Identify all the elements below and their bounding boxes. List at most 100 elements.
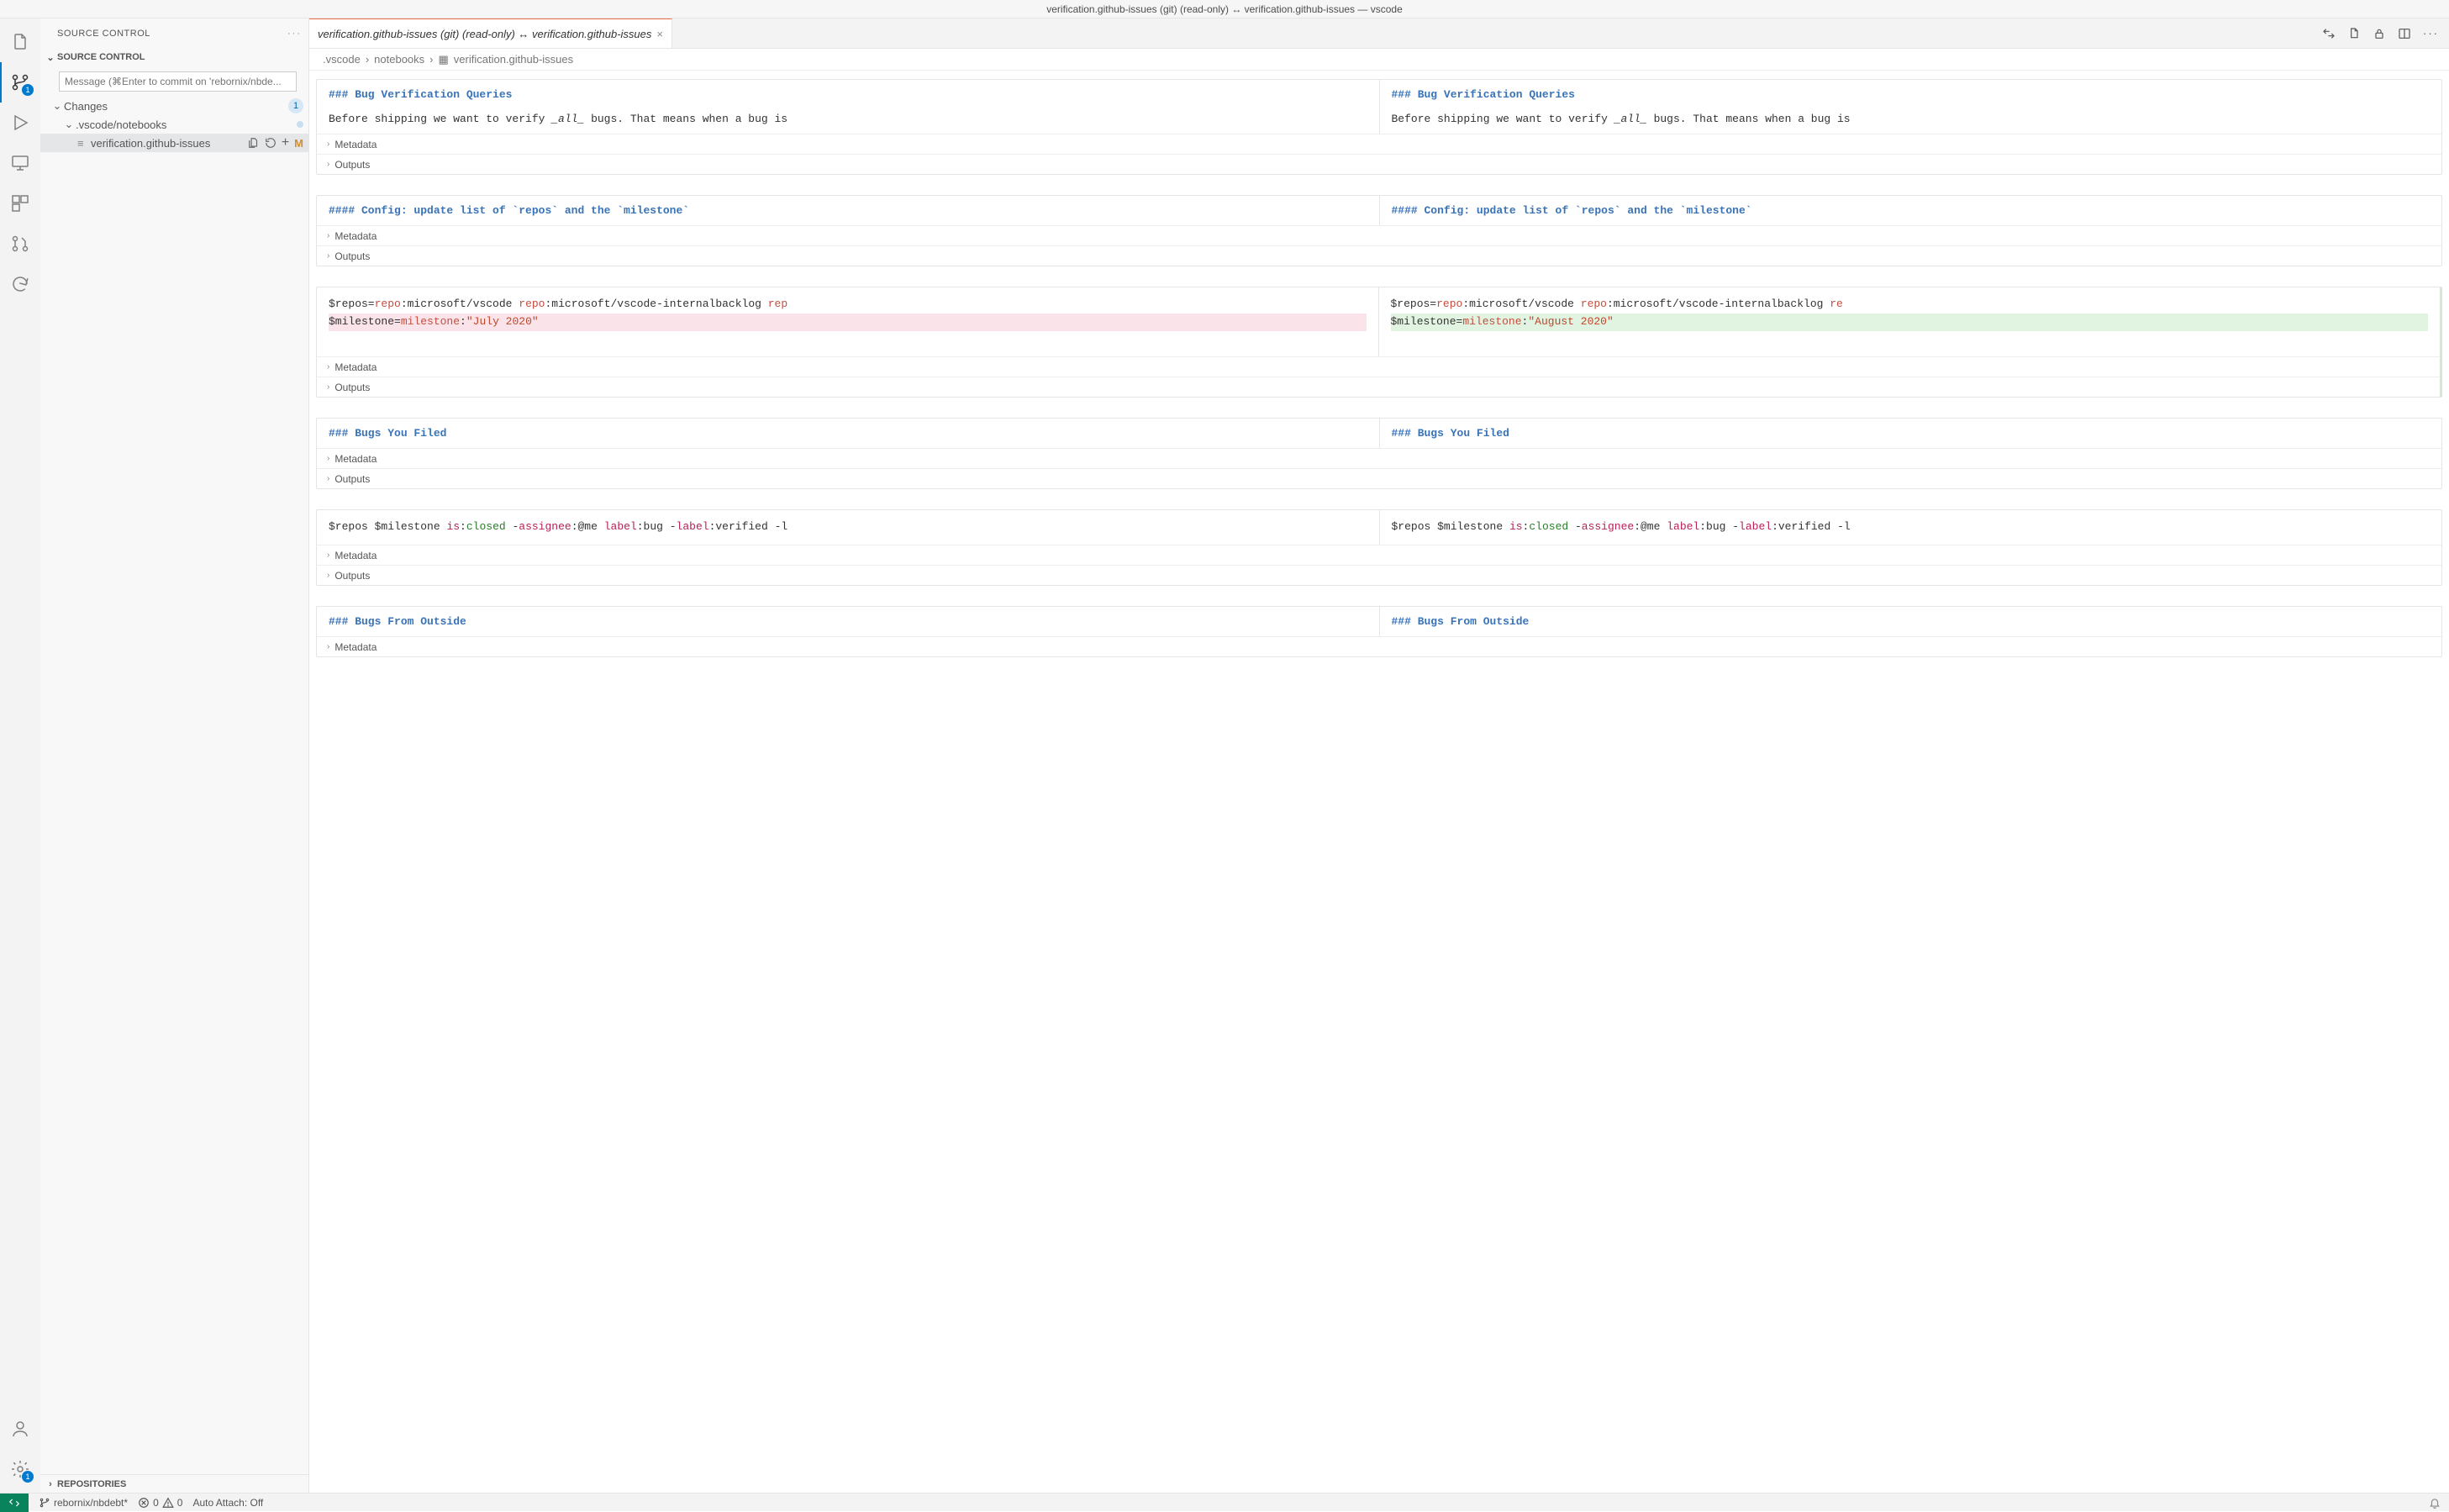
diff-pane-original: #### Config: update list of `repos` and … [317, 196, 1380, 225]
activity-explorer[interactable] [0, 22, 40, 62]
readonly-icon[interactable] [2373, 27, 2386, 40]
compare-icon[interactable] [2322, 27, 2336, 40]
chevron-right-icon: › [327, 474, 329, 483]
metadata-fold[interactable]: ›Metadata [317, 356, 2440, 377]
diff-pane-original: $repos=repo:microsoft/vscode repo:micros… [317, 287, 1379, 356]
diff-pane-modified: ### Bugs You Filed [1380, 419, 2442, 448]
notebook-cell[interactable]: #### Config: update list of `repos` and … [316, 195, 2442, 266]
outputs-fold[interactable]: › Outputs [317, 245, 2441, 266]
chevron-right-icon: › [327, 362, 329, 371]
scm-badge: 1 [22, 84, 34, 96]
breadcrumbs[interactable]: .vscode › notebooks › ▦ verification.git… [309, 49, 2449, 71]
fold-label: Outputs [334, 250, 370, 262]
settings-badge: 1 [22, 1471, 34, 1483]
activity-source-control[interactable]: 1 [0, 62, 40, 103]
metadata-fold[interactable]: ›Metadata [317, 225, 2441, 245]
notebook-cell[interactable]: ### Bugs From Outside### Bugs From Outsi… [316, 606, 2442, 657]
activity-remote[interactable] [0, 143, 40, 183]
notebook-cell[interactable]: ### Bug Verification QueriesBefore shipp… [316, 79, 2442, 175]
stage-icon[interactable]: + [282, 137, 289, 149]
discard-icon[interactable] [265, 137, 276, 149]
activity-refresh[interactable] [0, 264, 40, 304]
notification-icon[interactable] [2429, 1497, 2441, 1509]
section-repositories[interactable]: › REPOSITORIES [40, 1474, 308, 1493]
notebook-cell[interactable]: $repos $milestone is:closed -assignee:@m… [316, 509, 2442, 586]
activity-pr[interactable] [0, 224, 40, 264]
diff-pane-modified: ### Bug Verification QueriesBefore shipp… [1380, 80, 2442, 134]
chevron-right-icon: › [366, 53, 369, 66]
chevron-right-icon: › [327, 551, 329, 560]
chevron-right-icon: › [327, 251, 329, 261]
open-file-icon[interactable] [248, 137, 260, 149]
error-count: 0 [153, 1497, 159, 1509]
metadata-fold[interactable]: ›Metadata [317, 545, 2441, 565]
tree-folder[interactable]: ⌄ .vscode/notebooks [40, 115, 308, 134]
breadcrumb-segment[interactable]: notebooks [374, 53, 424, 66]
breadcrumb-segment[interactable]: verification.github-issues [454, 53, 573, 66]
warning-icon [162, 1497, 174, 1509]
sidebar: SOURCE CONTROL ··· ⌄ SOURCE CONTROL ⌄ Ch… [40, 18, 309, 1493]
branch-name: rebornix/nbdebt* [54, 1497, 128, 1509]
more-icon[interactable]: ··· [2423, 27, 2439, 40]
open-file-icon[interactable] [2347, 27, 2361, 40]
changes-header[interactable]: ⌄ Changes 1 [40, 97, 308, 115]
branch-icon [39, 1497, 50, 1509]
changes-count-badge: 1 [288, 98, 303, 113]
activity-run[interactable] [0, 103, 40, 143]
tree-file[interactable]: ≡ verification.github-issues + M [40, 134, 308, 152]
diff-pane-original: ### Bug Verification QueriesBefore shipp… [317, 80, 1380, 134]
chevron-right-icon: › [327, 140, 329, 149]
outputs-fold[interactable]: › Outputs [317, 377, 2440, 397]
status-bar: rebornix/nbdebt* 0 0 Auto Attach: Off [0, 1493, 2449, 1511]
activity-bar: 1 1 [0, 18, 40, 1493]
metadata-fold[interactable]: ›Metadata [317, 636, 2441, 656]
file-status: M [294, 137, 303, 150]
sidebar-more-icon[interactable]: ··· [287, 29, 302, 39]
notebook-cell[interactable]: $repos=repo:microsoft/vscode repo:micros… [316, 287, 2442, 398]
fold-label: Outputs [334, 570, 370, 582]
tab-label: verification.github-issues (git) (read-o… [318, 28, 651, 40]
diff-pane-modified: #### Config: update list of `repos` and … [1380, 196, 2442, 225]
files-icon [10, 32, 30, 52]
section-source-control[interactable]: ⌄ SOURCE CONTROL [40, 48, 308, 66]
metadata-fold[interactable]: ›Metadata [317, 448, 2441, 468]
status-problems[interactable]: 0 0 [138, 1497, 182, 1509]
commit-message-input[interactable] [59, 71, 297, 92]
diff-pane-original: $repos $milestone is:closed -assignee:@m… [317, 510, 1380, 545]
activity-account[interactable] [0, 1409, 40, 1449]
breadcrumb-segment[interactable]: .vscode [323, 53, 361, 66]
chevron-right-icon: › [327, 382, 329, 392]
notebook-cell[interactable]: ### Bugs You Filed### Bugs You Filed›Met… [316, 418, 2442, 489]
tab-bar: verification.github-issues (git) (read-o… [309, 18, 2449, 49]
screen-icon [10, 153, 30, 173]
diff-pane-modified: ### Bugs From Outside [1380, 607, 2442, 636]
outputs-fold[interactable]: ›Outputs [317, 468, 2441, 488]
chevron-down-icon: ⌄ [50, 99, 64, 113]
close-icon[interactable]: × [656, 28, 663, 40]
activity-settings[interactable]: 1 [0, 1449, 40, 1489]
split-editor-icon[interactable] [2398, 27, 2411, 40]
fold-label: Metadata [334, 139, 377, 150]
status-branch[interactable]: rebornix/nbdebt* [39, 1497, 128, 1509]
pull-request-icon [10, 234, 30, 254]
editor-tab[interactable]: verification.github-issues (git) (read-o… [309, 18, 672, 48]
remote-indicator[interactable] [0, 1494, 29, 1512]
diff-pane-original: ### Bugs From Outside [317, 607, 1380, 636]
account-icon [10, 1419, 30, 1439]
chevron-right-icon: › [327, 160, 329, 169]
outputs-fold[interactable]: ›Outputs [317, 565, 2441, 585]
error-icon [138, 1497, 150, 1509]
notebook-icon: ▦ [439, 53, 449, 66]
status-auto-attach[interactable]: Auto Attach: Off [192, 1497, 263, 1509]
play-bug-icon [10, 113, 30, 133]
outputs-fold[interactable]: ›Outputs [317, 154, 2441, 174]
fold-label: Outputs [334, 382, 370, 393]
diff-pane-original: ### Bugs You Filed [317, 419, 1380, 448]
changes-label: Changes [64, 100, 288, 113]
metadata-fold[interactable]: › Metadata [317, 134, 2441, 154]
chevron-right-icon: › [429, 53, 433, 66]
diff-content[interactable]: ### Bug Verification QueriesBefore shipp… [309, 71, 2449, 1493]
activity-extensions[interactable] [0, 183, 40, 224]
fold-label: Metadata [334, 230, 377, 242]
warning-count: 0 [177, 1497, 183, 1509]
